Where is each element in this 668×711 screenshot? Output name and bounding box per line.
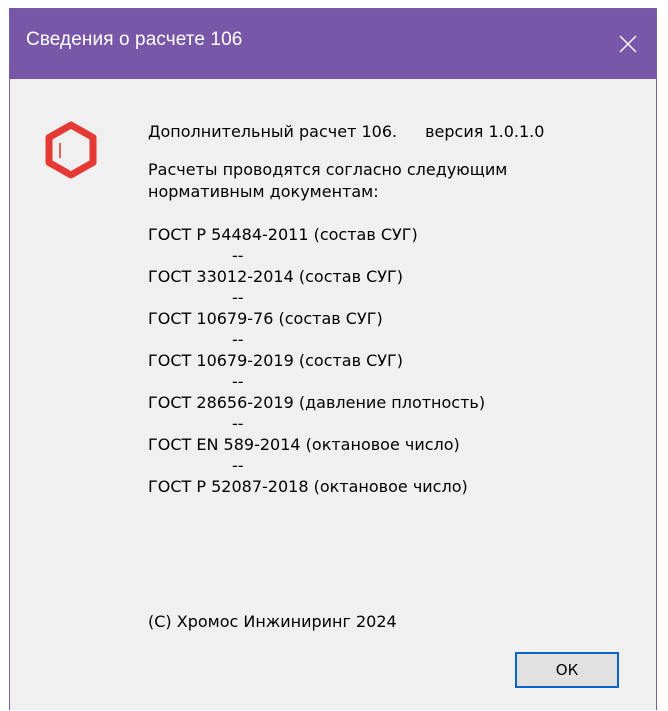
gost-separator: -- xyxy=(232,456,244,475)
gost-separator: -- xyxy=(232,288,244,307)
program-header: Дополнительный расчет 106. версия 1.0.1.0 xyxy=(148,121,638,143)
gost-item: ГОСТ Р 52087-2018 (октановое число) xyxy=(148,477,468,496)
close-icon xyxy=(619,35,637,53)
gost-item: ГОСТ Р 54484-2011 (состав СУГ) xyxy=(148,225,418,244)
gost-item: ГОСТ 10679-76 (состав СУГ) xyxy=(148,309,383,328)
window-title: Сведения о расчете 106 xyxy=(26,29,243,50)
gost-separator: -- xyxy=(232,414,244,433)
close-button[interactable] xyxy=(600,9,656,79)
gost-item: ГОСТ EN 589-2014 (октановое число) xyxy=(148,435,460,454)
ok-button-label: ОК xyxy=(555,661,579,679)
program-version: версия 1.0.1.0 xyxy=(425,122,545,141)
gost-item: ГОСТ 10679-2019 (состав СУГ) xyxy=(148,351,404,370)
program-name: Дополнительный расчет 106. xyxy=(148,122,398,141)
normatives-intro-line1: Расчеты проводятся согласно следующим xyxy=(148,160,508,179)
title-bar[interactable]: Сведения о расчете 106 xyxy=(10,9,656,79)
gost-separator: -- xyxy=(232,246,244,265)
about-dialog: Сведения о расчете 106 Дополнительный ра… xyxy=(9,8,657,710)
gost-item: ГОСТ 28656-2019 (давление плотность) xyxy=(148,393,486,412)
dialog-body: Дополнительный расчет 106. версия 1.0.1.0… xyxy=(10,79,656,710)
benzene-ring-icon xyxy=(45,121,97,179)
normatives-intro-line2: нормативным документам: xyxy=(148,182,379,201)
info-text: Дополнительный расчет 106. версия 1.0.1.0… xyxy=(148,121,638,497)
gost-separator: -- xyxy=(232,330,244,349)
gost-item: ГОСТ 33012-2014 (состав СУГ) xyxy=(148,267,404,286)
copyright-text: (C) Хромос Инжиниринг 2024 xyxy=(148,612,397,631)
gost-list: ГОСТ Р 54484-2011 (состав СУГ) -- ГОСТ 3… xyxy=(148,224,638,497)
normatives-intro: Расчеты проводятся согласно следующим но… xyxy=(148,159,638,203)
gost-separator: -- xyxy=(232,372,244,391)
ok-button[interactable]: ОК xyxy=(515,652,619,688)
